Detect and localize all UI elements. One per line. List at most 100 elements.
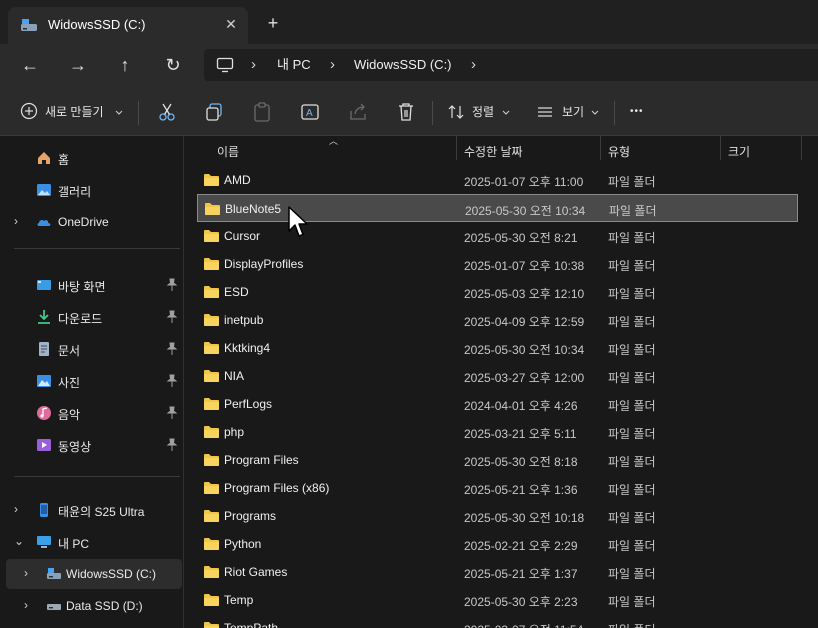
chevron-right-icon[interactable]: › [14, 502, 18, 516]
column-divider[interactable] [456, 136, 457, 160]
table-row[interactable]: Program Files (x86) 2025-05-21 오후 1:36 파일 … [197, 474, 798, 502]
folder-icon [204, 230, 219, 242]
column-header-type[interactable]: 유형 [608, 140, 630, 164]
svg-text:A: A [306, 108, 313, 119]
chevron-right-icon[interactable]: › [14, 214, 18, 228]
sidebar-item-pictures[interactable]: 사진 [6, 366, 182, 396]
file-date: 2025-03-27 오후 12:00 [464, 371, 585, 385]
table-row[interactable]: ESD 2025-05-03 오후 12:10 파일 폴더 [197, 278, 798, 306]
music-icon [37, 406, 51, 420]
sidebar-item-gallery[interactable]: 갤러리 [6, 175, 182, 205]
sidebar-item-home[interactable]: 홈 [6, 143, 182, 173]
chevron-right-icon[interactable]: › [24, 598, 28, 612]
chevron-right-icon[interactable]: › [471, 49, 476, 81]
cut-icon[interactable] [156, 101, 178, 123]
table-row[interactable]: DisplayProfiles 2025-01-07 오후 10:38 파일 폴더 [197, 250, 798, 278]
file-name: DisplayProfiles [224, 257, 304, 271]
table-row[interactable]: inetpub 2025-04-09 오후 12:59 파일 폴더 [197, 306, 798, 334]
chevron-right-icon[interactable]: › [24, 566, 28, 580]
table-row[interactable]: NIA 2025-03-27 오후 12:00 파일 폴더 [197, 362, 798, 390]
sidebar-item-this-pc[interactable]: ⌄ 내 PC [6, 527, 182, 557]
sidebar-item-videos[interactable]: 동영상 [6, 430, 182, 460]
documents-icon [39, 342, 49, 356]
copy-icon[interactable] [203, 101, 225, 123]
paste-icon[interactable] [251, 101, 273, 123]
table-row[interactable]: AMD 2025-01-07 오후 11:00 파일 폴더 [197, 166, 798, 194]
divider [432, 101, 433, 125]
file-date: 2025-05-03 오후 12:10 [464, 287, 585, 301]
rename-icon[interactable]: A [299, 101, 321, 123]
chevron-down-icon[interactable]: ⌄ [14, 534, 24, 548]
phone-icon [40, 503, 48, 517]
sidebar-item-label: 사진 [58, 376, 81, 390]
sidebar-item-downloads[interactable]: 다운로드 [6, 302, 182, 332]
address-bar[interactable]: › 내 PC › WidowsSSD (C:) › [204, 49, 818, 81]
folder-icon [204, 510, 219, 522]
table-row[interactable]: TempPath 2025-03-27 오전 11:54 파일 폴더 [197, 614, 798, 628]
more-options-button[interactable]: ••• [630, 99, 644, 125]
sidebar-item-music[interactable]: 음악 [6, 398, 182, 428]
folder-icon [204, 454, 219, 466]
file-type: 파일 폴더 [608, 483, 656, 497]
chevron-right-icon[interactable]: › [251, 49, 256, 81]
folder-icon [204, 314, 219, 326]
file-date: 2025-05-30 오전 10:34 [464, 343, 585, 357]
file-type: 파일 폴더 [608, 455, 656, 469]
close-tab-button[interactable]: ✕ [220, 13, 242, 35]
file-name: TempPath [224, 621, 279, 628]
pin-icon [166, 278, 178, 291]
sidebar-item-phone[interactable]: › 태윤의 S25 Ultra [6, 495, 182, 525]
title-bar: WidowsSSD (C:) ✕ + [0, 0, 818, 44]
forward-button[interactable]: → [63, 51, 93, 79]
pin-icon [166, 342, 178, 355]
column-header-size[interactable]: 크기 [728, 140, 750, 164]
file-name: PerfLogs [224, 397, 273, 411]
sidebar-item-label: 다운로드 [58, 312, 103, 326]
back-button[interactable]: ← [15, 51, 45, 79]
sidebar-item-drive-c[interactable]: › WidowsSSD (C:) [6, 559, 182, 589]
sidebar-item-drive-d[interactable]: › Data SSD (D:) [6, 591, 182, 621]
view-label: 보기 [562, 105, 585, 119]
column-header-name[interactable]: 이름 [217, 140, 239, 164]
file-date: 2025-01-07 오후 11:00 [464, 175, 584, 189]
tab-current[interactable]: WidowsSSD (C:) ✕ [8, 7, 248, 44]
file-name: ESD [224, 285, 249, 299]
file-type: 파일 폴더 [608, 427, 656, 441]
file-date: 2025-01-07 오후 10:38 [464, 259, 585, 273]
table-row[interactable]: Temp 2025-05-30 오후 2:23 파일 폴더 [197, 586, 798, 614]
file-date: 2025-05-21 오후 1:36 [464, 483, 578, 497]
sidebar-item-documents[interactable]: 문서 [6, 334, 182, 364]
folder-icon [204, 258, 219, 270]
table-row[interactable]: Program Files 2025-05-30 오전 8:18 파일 폴더 [197, 446, 798, 474]
file-name: Kktking4 [224, 341, 271, 355]
pin-icon [166, 438, 178, 451]
navigation-pane: 홈 갤러리 › OneDrive 바탕 화면 다운로드 문서 사진 음악 동영상… [0, 136, 184, 628]
column-divider[interactable] [600, 136, 601, 160]
breadcrumb-drive[interactable]: WidowsSSD (C:) [354, 49, 452, 81]
sidebar-item-desktop[interactable]: 바탕 화면 [6, 270, 182, 300]
file-name: Program Files (x86) [224, 481, 330, 495]
up-button[interactable]: ↑ [110, 51, 140, 79]
table-row[interactable]: Python 2025-02-21 오후 2:29 파일 폴더 [197, 530, 798, 558]
file-date: 2025-03-27 오전 11:54 [464, 621, 583, 628]
file-name: Python [224, 537, 262, 551]
table-row[interactable]: php 2025-03-21 오후 5:11 파일 폴더 [197, 418, 798, 446]
table-row[interactable]: Riot Games 2025-05-21 오후 1:37 파일 폴더 [197, 558, 798, 586]
file-type: 파일 폴더 [608, 595, 656, 609]
delete-icon[interactable] [395, 101, 417, 123]
column-header-date[interactable]: 수정한 날짜 [464, 140, 523, 164]
column-divider[interactable] [801, 136, 802, 160]
table-row[interactable]: PerfLogs 2024-04-01 오후 4:26 파일 폴더 [197, 390, 798, 418]
breadcrumb-pc[interactable]: 내 PC [277, 49, 311, 81]
table-row[interactable]: Programs 2025-05-30 오전 10:18 파일 폴더 [197, 502, 798, 530]
file-type: 파일 폴더 [608, 287, 656, 301]
chevron-right-icon[interactable]: › [330, 49, 335, 81]
share-icon[interactable] [347, 101, 369, 123]
refresh-button[interactable]: ↻ [158, 51, 188, 79]
folder-icon [205, 203, 220, 215]
sidebar-item-onedrive[interactable]: › OneDrive [6, 207, 182, 237]
column-divider[interactable] [720, 136, 721, 160]
new-tab-button[interactable]: + [262, 12, 284, 34]
table-row[interactable]: Kktking4 2025-05-30 오전 10:34 파일 폴더 [197, 334, 798, 362]
file-type: 파일 폴더 [608, 343, 656, 357]
